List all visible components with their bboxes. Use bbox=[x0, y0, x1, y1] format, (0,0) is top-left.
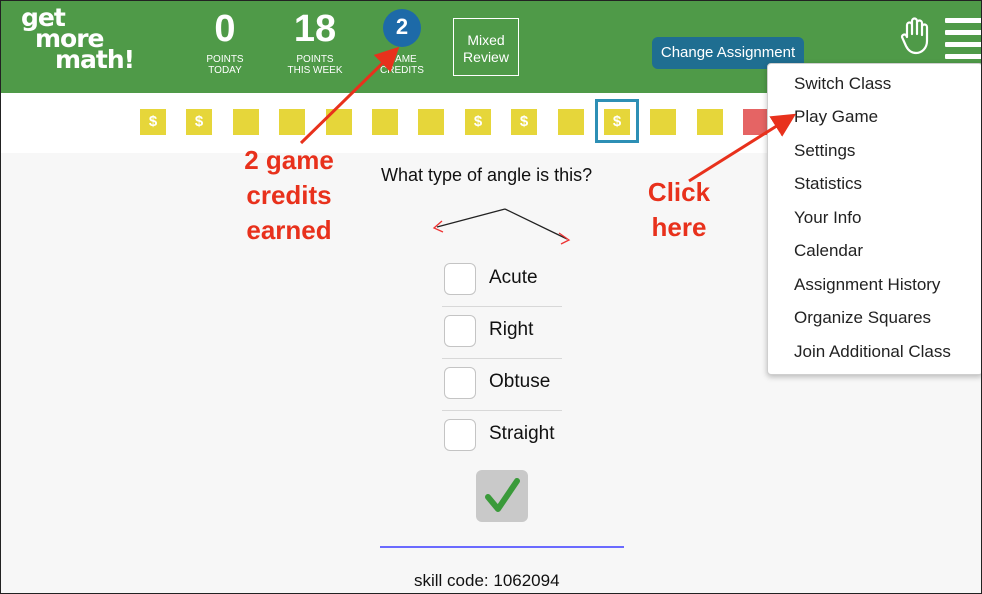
click-annotation-line-2: here bbox=[651, 212, 707, 242]
arrow-to-credits bbox=[299, 46, 400, 145]
credits-annotation-line-2: credits bbox=[246, 180, 332, 210]
click-annotation-line-1: Click bbox=[647, 177, 711, 207]
arrow-to-play-game bbox=[688, 113, 797, 183]
credits-annotation-line-3: earned bbox=[246, 215, 332, 245]
click-annotation: Click here bbox=[637, 175, 721, 245]
credits-annotation: 2 game credits earned bbox=[233, 143, 345, 248]
credits-annotation-line-1: 2 game bbox=[244, 145, 334, 175]
app-frame: get more math! 0 POINTS TODAY 18 POINTS … bbox=[0, 0, 982, 594]
annotation-arrows bbox=[299, 46, 797, 183]
